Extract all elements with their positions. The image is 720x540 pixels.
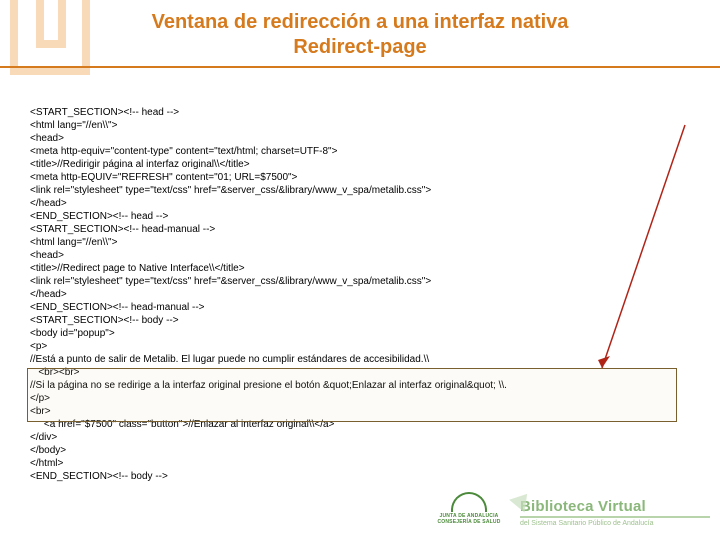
- code-line: <link rel="stylesheet" type="text/css" h…: [30, 276, 431, 287]
- code-line: <p>: [30, 341, 47, 352]
- code-line: <title>//Redirect page to Native Interfa…: [30, 263, 245, 274]
- junta-arch-icon: [451, 492, 487, 512]
- code-line: <head>: [30, 250, 64, 261]
- code-line: <END_SECTION><!-- head-manual -->: [30, 302, 205, 313]
- code-line: <meta http-EQUIV="REFRESH" content="01; …: [30, 172, 297, 183]
- code-line: <title>//Redirigir página al interfaz or…: [30, 159, 250, 170]
- biblioteca-virtual-logo: Biblioteca Virtual del Sistema Sanitario…: [520, 498, 710, 528]
- code-line: <START_SECTION><!-- head -->: [30, 107, 179, 118]
- code-line: </head>: [30, 289, 67, 300]
- code-line: <body id="popup">: [30, 328, 115, 339]
- code-line: //Está a punto de salir de Metalib. El l…: [30, 354, 429, 365]
- code-line: <link rel="stylesheet" type="text/css" h…: [30, 185, 431, 196]
- code-line: <head>: [30, 133, 64, 144]
- code-line: <br><br>: [30, 367, 80, 378]
- code-line: <END_SECTION><!-- head -->: [30, 211, 168, 222]
- code-line: //Si la página no se redirige a la inter…: [30, 380, 507, 391]
- code-line: </head>: [30, 198, 67, 209]
- page-title: Ventana de redirección a una interfaz na…: [0, 10, 720, 60]
- slide-header: Ventana de redirección a una interfaz na…: [0, 0, 720, 68]
- junta-andalucia-logo: JUNTA DE ANDALUCIA CONSEJERÍA DE SALUD: [430, 492, 508, 534]
- title-line-2: Redirect-page: [293, 36, 426, 58]
- code-line: <html lang="//en\\">: [30, 120, 117, 131]
- code-line: </div>: [30, 432, 57, 443]
- bv-divider: [520, 516, 710, 518]
- junta-line2: CONSEJERÍA DE SALUD: [437, 519, 500, 525]
- code-line: <br>: [30, 406, 51, 417]
- bv-subtitle: del Sistema Sanitario Público de Andaluc…: [520, 520, 710, 528]
- code-line: </body>: [30, 445, 66, 456]
- junta-text: JUNTA DE ANDALUCIA CONSEJERÍA DE SALUD: [430, 514, 508, 525]
- bv-title: Biblioteca Virtual: [520, 498, 710, 515]
- code-line: </html>: [30, 458, 63, 469]
- code-line: <meta http-equiv="content-type" content=…: [30, 146, 337, 157]
- code-line: </p>: [30, 393, 50, 404]
- code-line: <a href="$7500" class="button">//Enlazar…: [30, 419, 334, 430]
- code-line: <START_SECTION><!-- body -->: [30, 315, 179, 326]
- title-line-1: Ventana de redirección a una interfaz na…: [152, 11, 569, 33]
- footer: JUNTA DE ANDALUCIA CONSEJERÍA DE SALUD B…: [430, 492, 710, 534]
- code-listing: <START_SECTION><!-- head --> <html lang=…: [0, 68, 720, 483]
- code-line: <END_SECTION><!-- body -->: [30, 471, 168, 482]
- code-line: <START_SECTION><!-- head-manual -->: [30, 224, 215, 235]
- code-line: <html lang="//en\\">: [30, 237, 117, 248]
